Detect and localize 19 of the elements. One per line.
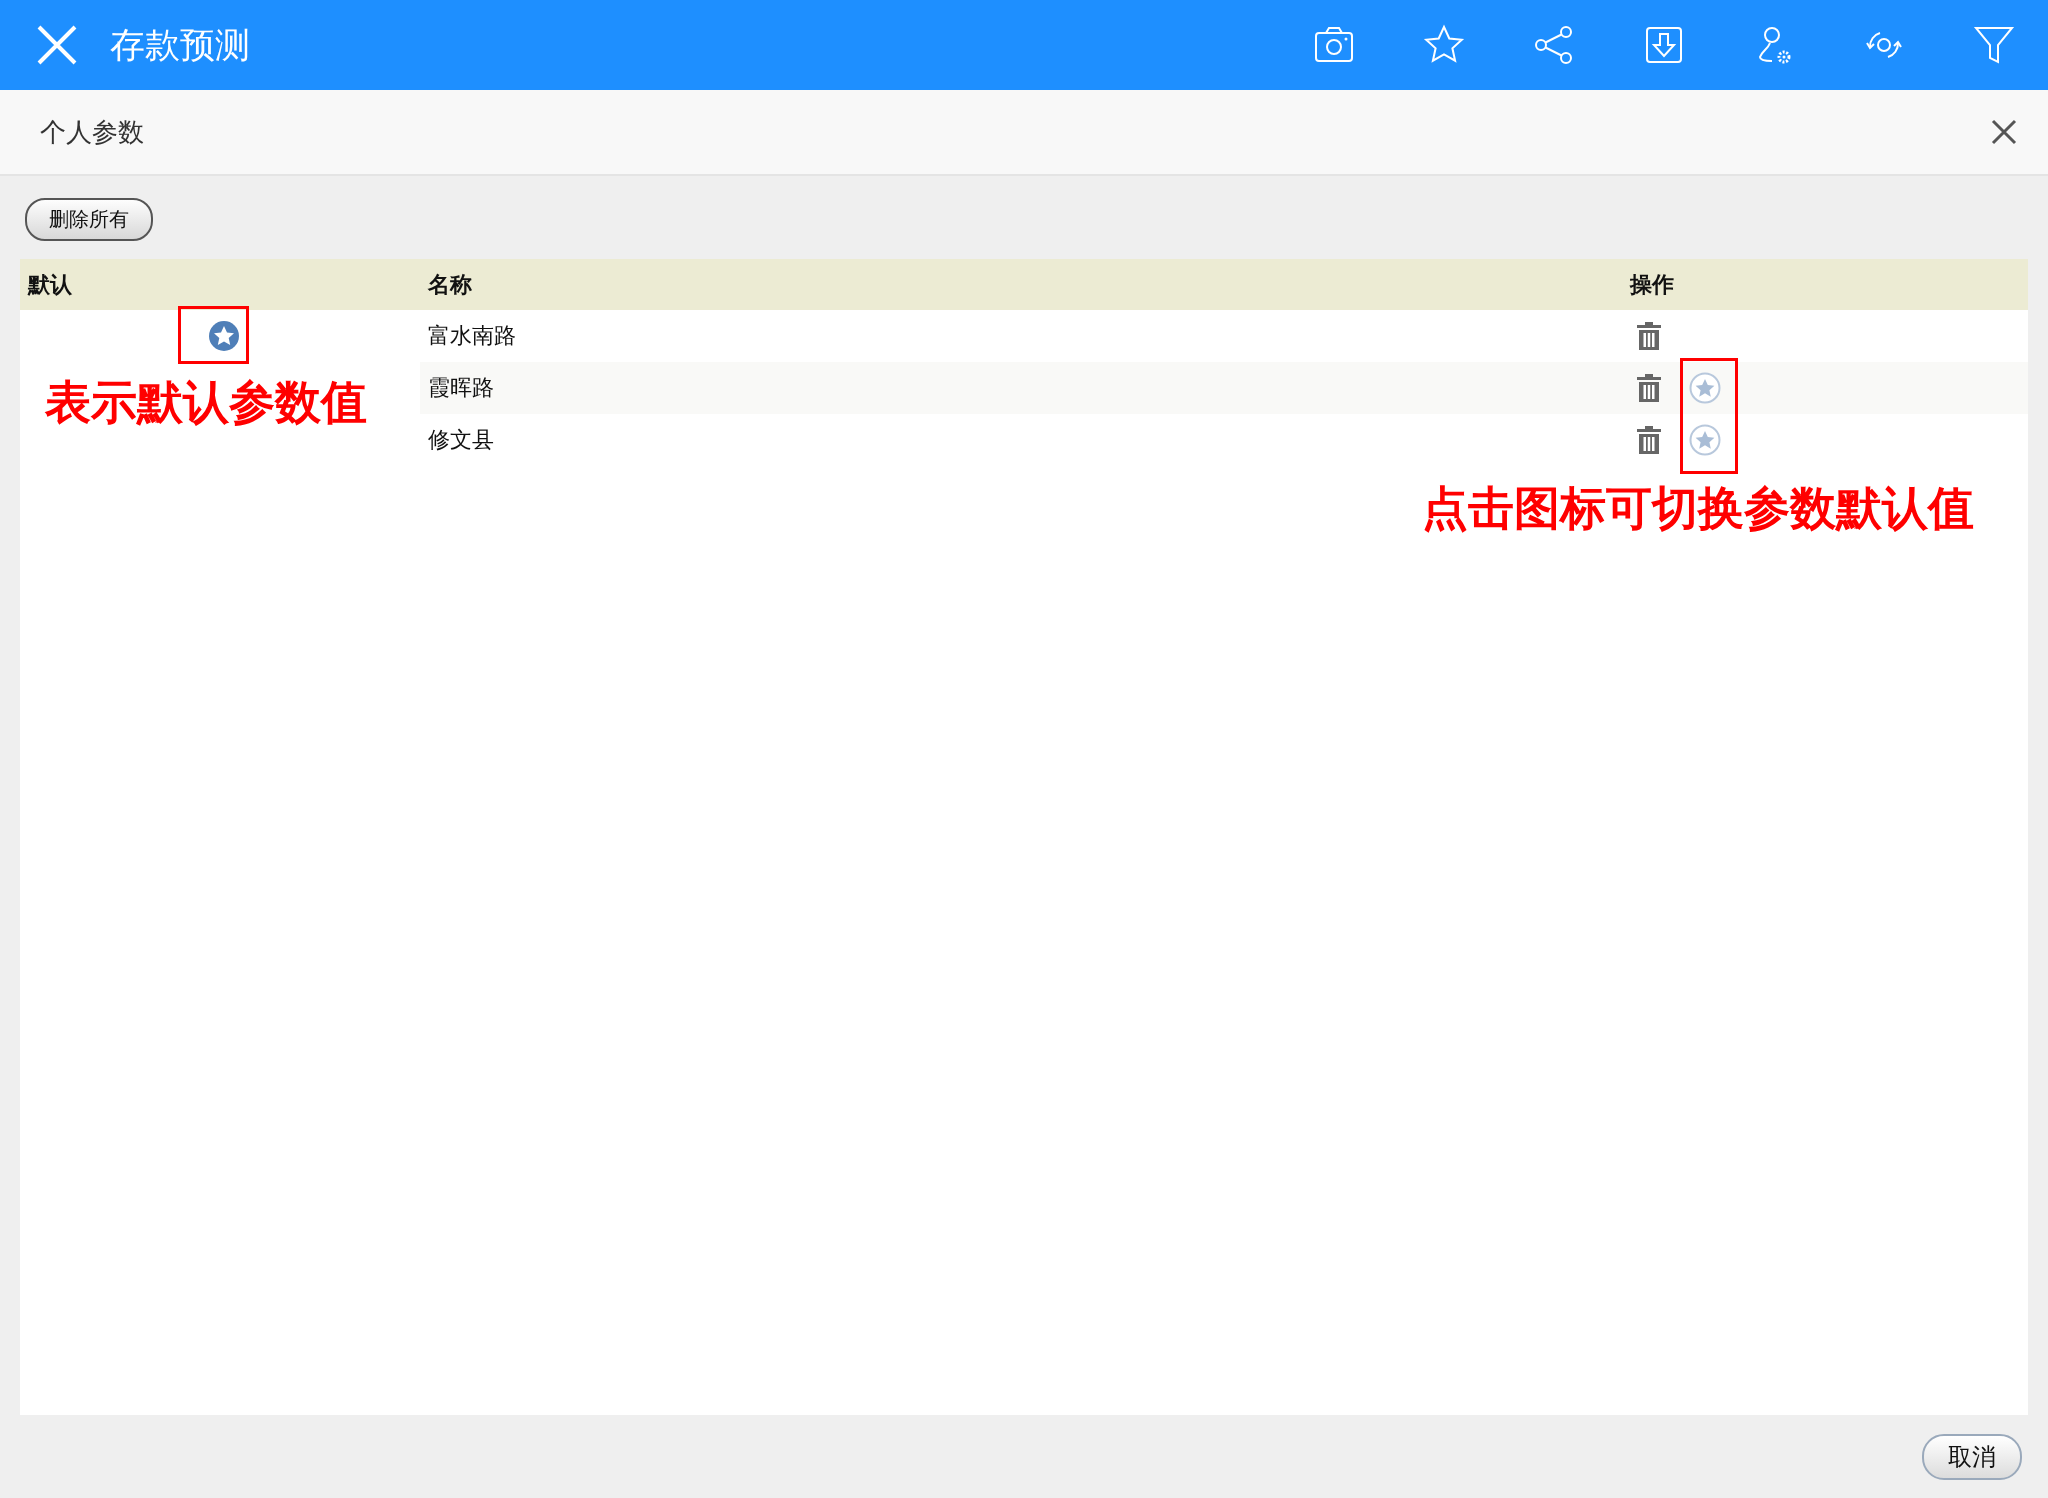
dialog-title: 个人参数 (40, 115, 145, 149)
delete-all-button[interactable]: 删除所有 (25, 198, 153, 241)
column-header: 默认 (26, 270, 73, 299)
column-header: 名称 (427, 270, 473, 299)
set-default-button[interactable] (1688, 423, 1722, 457)
trash-icon[interactable] (1636, 374, 1662, 402)
table-cell-text: 修文县 (427, 426, 495, 454)
trash-icon[interactable] (1636, 426, 1662, 454)
column-header: 操作 (1628, 270, 1675, 299)
annotation-text: 点击图标可切换参数默认值 (1422, 480, 1974, 537)
close-icon[interactable] (1990, 118, 2018, 146)
highlight-box (178, 306, 249, 364)
table-cell-text: 富水南路 (427, 322, 517, 350)
app-title: 存款预测 (110, 23, 251, 67)
trash-icon[interactable] (1636, 322, 1662, 350)
cancel-button[interactable]: 取消 (1922, 1433, 2022, 1480)
annotation-text: 表示默认参数值 (45, 374, 367, 431)
set-default-button[interactable] (1688, 371, 1722, 405)
table-cell: 霞晖路 (420, 362, 1622, 414)
